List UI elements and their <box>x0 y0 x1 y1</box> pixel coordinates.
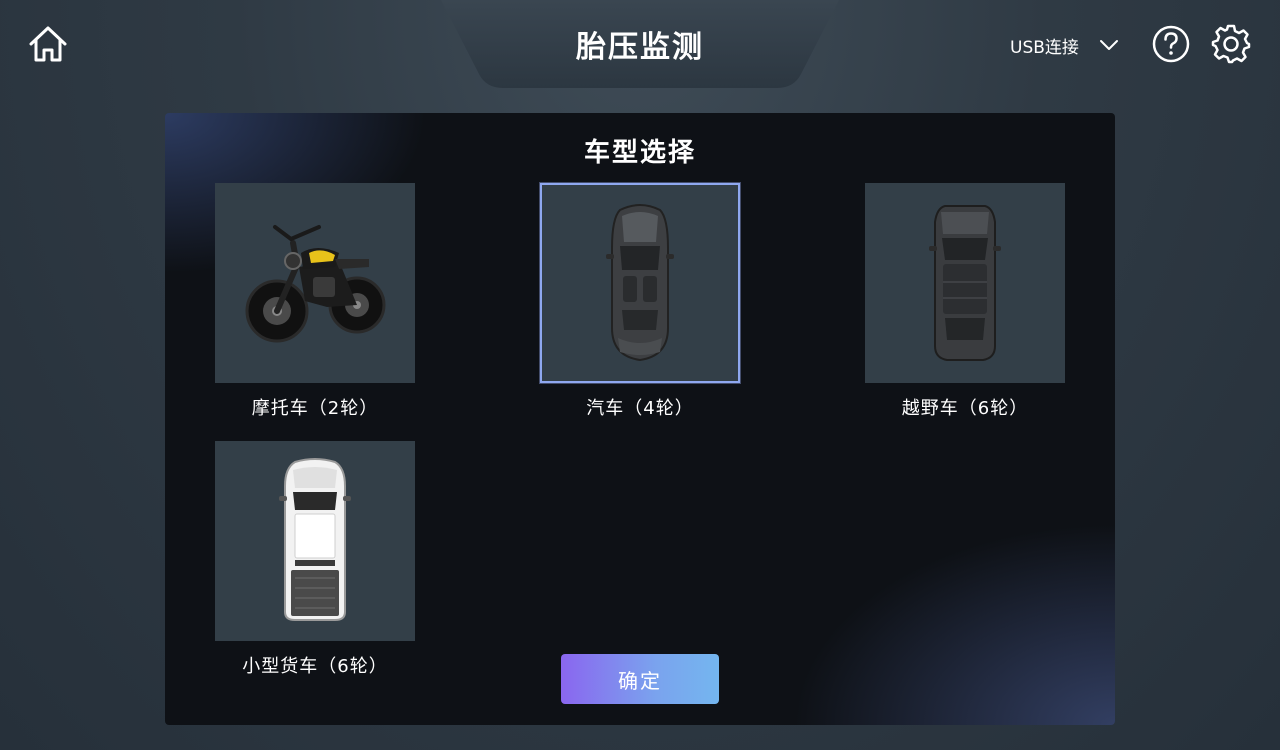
help-button[interactable] <box>1151 24 1191 64</box>
settings-button[interactable] <box>1210 23 1252 65</box>
settings-icon <box>1211 24 1251 64</box>
home-button[interactable] <box>26 22 70 66</box>
panel-title: 车型选择 <box>583 138 696 168</box>
vehicle-thumbnail <box>865 183 1065 383</box>
vehicle-option-suv[interactable]: 越野车（6轮） <box>865 183 1065 420</box>
vehicle-type-panel: 车型选择 摩托车（2轮） 汽车（4轮） 越野车（6轮） 小型货车（6轮） 确定 <box>165 113 1115 725</box>
vehicle-option-car[interactable]: 汽车（4轮） <box>540 183 740 420</box>
help-icon <box>1152 25 1190 63</box>
car-icon <box>606 204 674 362</box>
vehicle-thumbnail <box>215 183 415 383</box>
suv-icon <box>929 205 1001 361</box>
vehicle-option-motorcycle[interactable]: 摩托车（2轮） <box>215 183 415 420</box>
vehicle-thumbnail <box>540 183 740 383</box>
vehicle-label: 汽车（4轮） <box>586 398 694 419</box>
page-title: 胎压监测 <box>576 30 704 65</box>
connection-select[interactable]: USB连接 <box>1010 30 1121 60</box>
vehicle-label: 摩托车（2轮） <box>251 398 379 419</box>
vehicle-label: 越野车（6轮） <box>901 398 1029 419</box>
vehicle-label: 小型货车（6轮） <box>242 656 388 677</box>
pickup-truck-icon <box>279 458 351 621</box>
motorcycle-icon <box>245 225 386 343</box>
confirm-button[interactable]: 确定 <box>561 654 719 704</box>
connection-label: USB连接 <box>1010 37 1079 58</box>
vehicle-thumbnail <box>215 441 415 641</box>
home-icon <box>29 26 67 62</box>
vehicle-option-pickup-truck[interactable]: 小型货车（6轮） <box>215 441 415 678</box>
chevron-down-icon <box>1099 34 1121 56</box>
